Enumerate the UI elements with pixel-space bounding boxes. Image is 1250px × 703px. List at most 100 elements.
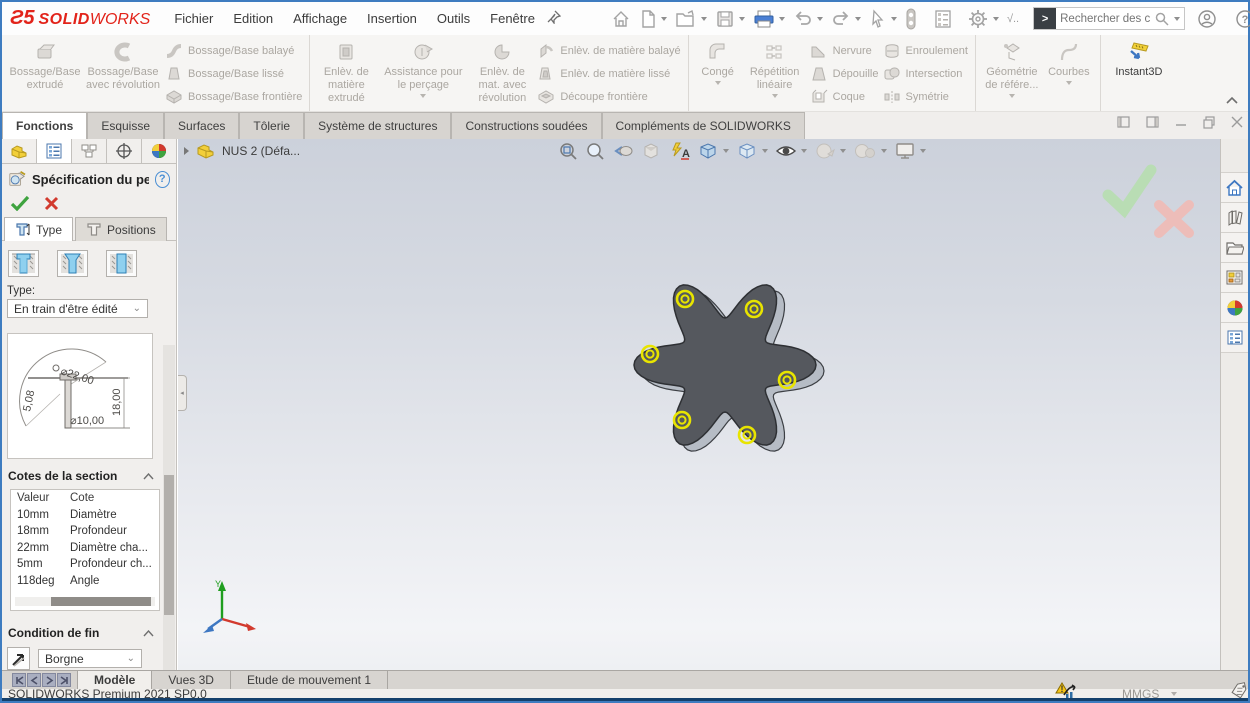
shell-button[interactable]: Coque [810, 87, 879, 107]
table-row[interactable]: 10mmDiamètre [11, 507, 159, 524]
panel-help-button[interactable]: ? [155, 171, 170, 188]
draft-button[interactable]: Dépouille [810, 64, 879, 84]
settings-gear-icon[interactable] [963, 8, 1003, 30]
view-settings-caret[interactable] [920, 149, 926, 153]
menu-insertion[interactable]: Insertion [357, 11, 427, 26]
open-icon[interactable] [671, 9, 711, 29]
select-caret[interactable] [891, 17, 897, 21]
account-icon[interactable] [1197, 9, 1217, 29]
subtab-type[interactable]: Type [4, 217, 73, 241]
display-style-icon[interactable] [734, 141, 770, 161]
cancel-button[interactable] [44, 196, 59, 211]
appearances-scenes-button[interactable] [1221, 293, 1248, 323]
doc-close-icon[interactable] [1230, 115, 1244, 129]
new-document-caret[interactable] [661, 17, 667, 21]
next-tab-button[interactable] [42, 673, 56, 687]
intersect-button[interactable]: Intersection [883, 64, 968, 84]
menu-edition[interactable]: Edition [223, 11, 283, 26]
tab-fonctions[interactable]: Fonctions [2, 112, 87, 139]
doc-minimize-icon[interactable] [1174, 115, 1188, 129]
tab-surfaces[interactable]: Surfaces [164, 112, 239, 139]
table-row[interactable]: 22mmDiamètre cha... [11, 540, 159, 557]
view-orientation-icon[interactable] [695, 141, 731, 161]
property-manager-tab[interactable] [37, 139, 72, 163]
collapse-chevron-icon[interactable] [143, 473, 154, 480]
toolbar-overflow-icon[interactable]: √.. [1003, 13, 1023, 25]
table-row[interactable]: 118degAngle [11, 573, 159, 590]
tree-root-label[interactable]: NUS 2 (Défa... [222, 144, 300, 158]
save-caret[interactable] [739, 17, 745, 21]
first-tab-button[interactable] [12, 673, 26, 687]
menu-fichier[interactable]: Fichier [164, 11, 223, 26]
boss-loft-button[interactable]: Bossage/Base lissé [165, 64, 302, 84]
tag-icon[interactable] [1230, 682, 1248, 701]
subtab-positions[interactable]: Positions [75, 217, 167, 241]
save-icon[interactable] [711, 9, 749, 29]
doc-restore-icon[interactable] [1202, 115, 1216, 129]
tab-esquisse[interactable]: Esquisse [87, 112, 164, 139]
dim-cbore-depth[interactable]: 5,08 [21, 389, 37, 412]
section-dims-header[interactable]: Cotes de la section [2, 469, 162, 483]
boss-sweep-button[interactable]: Bossage/Base balayé [165, 41, 302, 61]
fillet-caret[interactable] [715, 81, 721, 85]
end-condition-dropdown[interactable]: Borgne ⌄ [38, 649, 142, 668]
menu-outils[interactable]: Outils [427, 11, 480, 26]
cut-sweep-button[interactable]: Enlèv. de matière balayé [537, 41, 680, 61]
linear-pattern-caret[interactable] [772, 94, 778, 98]
table-hscrollbar[interactable] [15, 597, 155, 606]
hole-wizard-caret[interactable] [420, 94, 426, 98]
table-row[interactable]: 5mmProfondeur ch... [11, 556, 159, 573]
pin-menu-icon[interactable] [547, 10, 561, 27]
panel-vscroll-thumb[interactable] [164, 475, 174, 615]
view-orientation-caret[interactable] [723, 149, 729, 153]
zoom-fit-icon[interactable] [556, 141, 580, 161]
pane-right-icon[interactable] [1145, 115, 1160, 129]
design-library-button[interactable] [1221, 203, 1248, 233]
tab-tolerie[interactable]: Tôlerie [239, 112, 304, 139]
redo-icon[interactable] [827, 10, 865, 28]
ok-button[interactable] [10, 195, 30, 211]
graphics-viewport[interactable]: NUS 2 (Défa... A Y [178, 139, 1224, 670]
cut-loft-button[interactable]: Enlèv. de matière lissé [537, 64, 680, 84]
tab-etude-mouvement[interactable]: Etude de mouvement 1 [231, 671, 388, 689]
open-caret[interactable] [701, 17, 707, 21]
display-manager-tab[interactable] [142, 139, 176, 163]
previous-view-icon[interactable] [610, 141, 636, 161]
tree-expand-icon[interactable] [184, 147, 189, 155]
select-icon[interactable] [865, 9, 901, 29]
cut-boundary-button[interactable]: Découpe frontière [537, 87, 680, 107]
print-caret[interactable] [779, 17, 785, 21]
apply-scene-icon[interactable] [851, 141, 889, 161]
hole-type-hole-button[interactable] [106, 250, 137, 277]
properties-list-icon[interactable] [929, 9, 957, 29]
search-scope-icon[interactable]: > [1034, 8, 1056, 29]
undo-caret[interactable] [817, 17, 823, 21]
ribbon-collapse-icon[interactable] [1226, 93, 1238, 107]
table-row[interactable]: 18mmProfondeur [11, 523, 159, 540]
settings-caret[interactable] [993, 17, 999, 21]
collapse-chevron-icon[interactable] [143, 630, 154, 637]
view-palette-button[interactable] [1221, 263, 1248, 293]
menu-affichage[interactable]: Affichage [283, 11, 357, 26]
dim-hole-diameter[interactable]: ⌀10,00 [70, 415, 104, 427]
prev-tab-button[interactable] [27, 673, 41, 687]
reference-geometry-caret[interactable] [1009, 94, 1015, 98]
boss-boundary-button[interactable]: Bossage/Base frontière [165, 87, 302, 107]
type-dropdown[interactable]: En train d'être édité ⌄ [7, 299, 148, 318]
curves-caret[interactable] [1066, 81, 1072, 85]
linear-pattern-button[interactable]: Répétition linéaire [742, 38, 808, 110]
tab-systeme-structures[interactable]: Système de structures [304, 112, 451, 139]
help-icon[interactable]: ? [1235, 9, 1250, 29]
table-hscroll-thumb[interactable] [51, 597, 151, 606]
hole-type-countersink-button[interactable] [57, 250, 88, 277]
redo-caret[interactable] [855, 17, 861, 21]
new-document-icon[interactable] [635, 9, 671, 29]
custom-properties-button[interactable] [1221, 323, 1248, 353]
cut-revolve-button[interactable]: Enlèv. de mat. avec révolution [469, 38, 535, 110]
hole-wizard-button[interactable]: Assistance pour le perçage [377, 38, 469, 110]
end-condition-header[interactable]: Condition de fin [2, 626, 162, 640]
curves-button[interactable]: Courbes [1043, 38, 1095, 110]
last-tab-button[interactable] [57, 673, 71, 687]
print-icon[interactable] [749, 9, 789, 29]
file-explorer-button[interactable] [1221, 233, 1248, 263]
